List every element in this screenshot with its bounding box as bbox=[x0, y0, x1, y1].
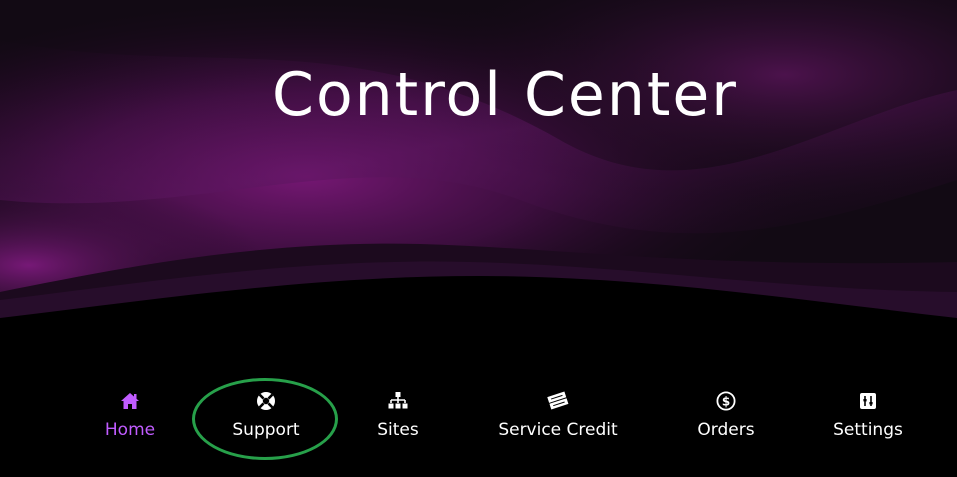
nav-label-settings: Settings bbox=[833, 420, 903, 440]
tickets-icon bbox=[547, 391, 569, 410]
dollar-circle-icon: $ bbox=[716, 391, 736, 411]
hero-background bbox=[0, 0, 957, 340]
nav-item-sites[interactable]: Sites bbox=[308, 390, 488, 450]
sliders-icon bbox=[860, 393, 876, 409]
page-title: Control Center bbox=[272, 60, 738, 130]
hero-banner bbox=[0, 0, 957, 340]
main-nav: Home Support Sites Service Credit $ Orde… bbox=[0, 390, 957, 460]
home-icon bbox=[121, 393, 139, 409]
sitemap-icon bbox=[388, 392, 408, 409]
nav-item-settings[interactable]: Settings bbox=[778, 390, 957, 450]
nav-label-sites: Sites bbox=[377, 420, 419, 440]
control-center-page: Control Center Home Support Sites Servic… bbox=[0, 0, 957, 477]
nav-label-service-credit: Service Credit bbox=[498, 420, 618, 440]
nav-item-service-credit[interactable]: Service Credit bbox=[468, 390, 648, 450]
lifebuoy-icon bbox=[257, 392, 275, 410]
svg-text:$: $ bbox=[722, 395, 730, 409]
